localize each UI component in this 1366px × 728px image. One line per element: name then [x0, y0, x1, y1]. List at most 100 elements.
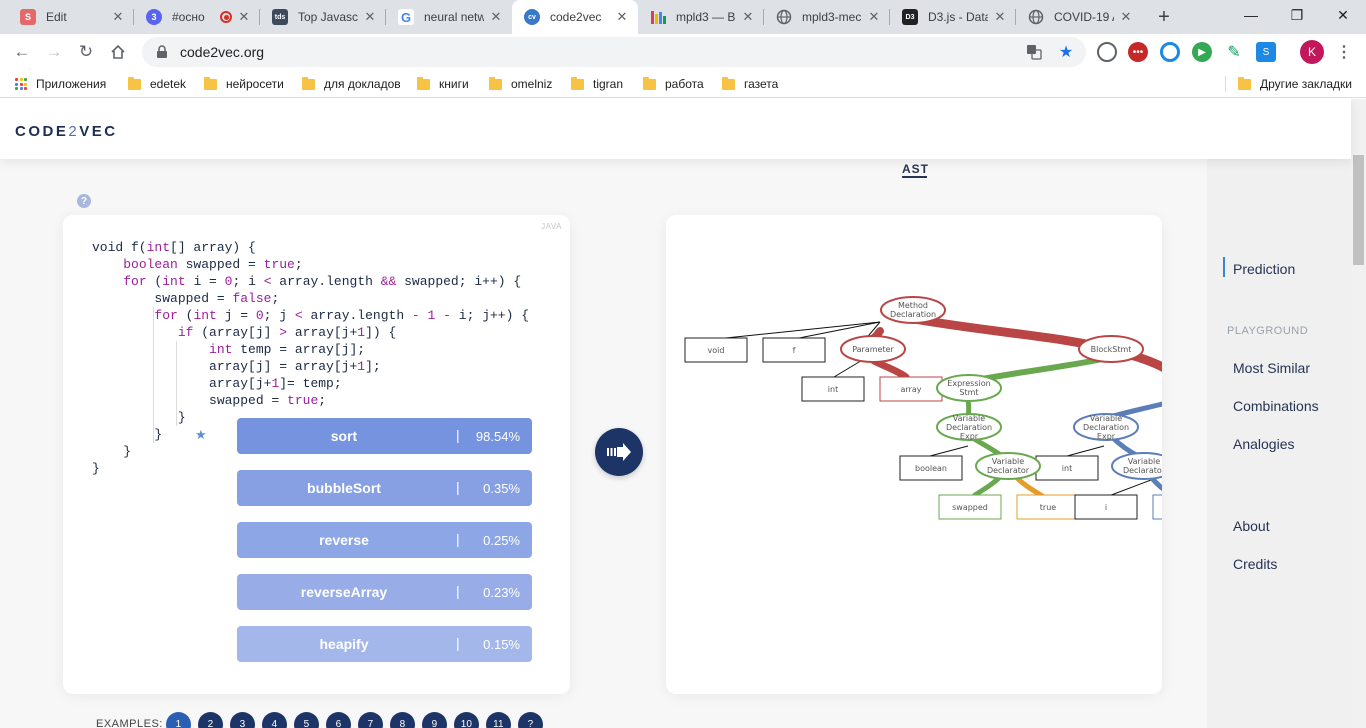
- tab-favicon: cv: [524, 9, 540, 25]
- tab-neural-networks[interactable]: G neural netw ✕: [386, 0, 512, 34]
- example-button[interactable]: 9: [421, 711, 447, 728]
- prediction-bubblesort[interactable]: bubbleSort | 0.35%: [237, 470, 532, 506]
- tab-edit[interactable]: S Edit ✕: [8, 0, 134, 34]
- browser-menu-icon[interactable]: ⋮: [1334, 40, 1354, 64]
- close-icon[interactable]: ✕: [362, 9, 378, 25]
- nav-credits[interactable]: Credits: [1233, 556, 1277, 572]
- example-button[interactable]: 8: [389, 711, 415, 728]
- nav-prediction[interactable]: Prediction: [1233, 261, 1295, 277]
- bookmark-folder[interactable]: edetek: [128, 70, 186, 98]
- example-button[interactable]: 1: [165, 711, 191, 728]
- ast-graph[interactable]: Method Declaration void f Parameter Bloc…: [666, 215, 1162, 694]
- address-bar[interactable]: code2vec.org ★: [142, 37, 1086, 67]
- forward-button[interactable]: →: [40, 38, 68, 66]
- tab-code2vec[interactable]: cv code2vec ✕: [512, 0, 638, 34]
- tab-title: code2vec: [550, 10, 602, 24]
- bookmark-apps[interactable]: Приложения: [15, 70, 106, 98]
- other-bookmarks[interactable]: Другие закладки: [1238, 70, 1352, 98]
- close-icon[interactable]: ✕: [236, 9, 252, 25]
- site-logo[interactable]: CODE2VEC: [15, 123, 118, 140]
- svg-text:boolean: boolean: [915, 464, 947, 473]
- close-icon[interactable]: ✕: [1118, 9, 1134, 25]
- tab-discord[interactable]: 3 #осно ✕: [134, 0, 260, 34]
- tab-title: Edit: [46, 10, 67, 24]
- example-button[interactable]: 5: [293, 711, 319, 728]
- bookmark-folder[interactable]: omelniz: [489, 70, 552, 98]
- prediction-reverse[interactable]: reverse | 0.25%: [237, 522, 532, 558]
- example-button[interactable]: 4: [261, 711, 287, 728]
- ast-tree-svg: Method Declaration void f Parameter Bloc…: [684, 296, 1162, 520]
- svg-text:array: array: [901, 385, 922, 394]
- back-button[interactable]: ←: [8, 38, 36, 66]
- bookmarks-bar: Приложения edetek нейросети для докладов…: [0, 70, 1366, 98]
- bookmark-folder[interactable]: для докладов: [302, 70, 401, 98]
- tab-top-javascript[interactable]: tds Top Javascr ✕: [260, 0, 386, 34]
- nav-analogies[interactable]: Analogies: [1233, 436, 1295, 452]
- extension-icon[interactable]: ✎: [1224, 42, 1244, 62]
- tab-title: Top Javascr: [298, 10, 358, 24]
- maximize-button[interactable]: ❐: [1274, 0, 1320, 30]
- play-extension-icon[interactable]: ▶: [1192, 42, 1212, 62]
- example-button[interactable]: 7: [357, 711, 383, 728]
- extension-icon[interactable]: •••: [1128, 42, 1148, 62]
- example-button[interactable]: 10: [453, 711, 479, 728]
- browser-tab-strip: S Edit ✕ 3 #осно ✕ tds Top Javascr ✕ G n…: [0, 0, 1366, 34]
- example-button[interactable]: 6: [325, 711, 351, 728]
- nav-combinations[interactable]: Combinations: [1233, 398, 1319, 414]
- tab-mpld3-blog[interactable]: mpld3 — B ✕: [638, 0, 764, 34]
- site-header: CODE2VEC: [0, 99, 1351, 159]
- close-icon[interactable]: ✕: [740, 9, 756, 25]
- tab-title: neural netw: [424, 10, 484, 24]
- bookmark-folder[interactable]: газета: [722, 70, 778, 98]
- folder-icon: [417, 76, 430, 90]
- extension-icon[interactable]: S: [1256, 42, 1276, 62]
- tab-covid[interactable]: COVID-19 A ✕: [1016, 0, 1142, 34]
- home-button[interactable]: [104, 38, 132, 66]
- close-icon[interactable]: ✕: [992, 9, 1008, 25]
- extension-icon[interactable]: [1160, 42, 1180, 62]
- predict-button[interactable]: [595, 428, 643, 476]
- folder-icon: [128, 76, 141, 90]
- nav-most-similar[interactable]: Most Similar: [1233, 360, 1310, 376]
- tab-title: D3.js - Data: [928, 10, 988, 24]
- translate-icon[interactable]: [1026, 44, 1042, 60]
- page-scrollbar[interactable]: [1351, 99, 1366, 728]
- bookmark-folder[interactable]: tigran: [571, 70, 623, 98]
- help-icon[interactable]: ?: [77, 194, 91, 208]
- code-editor[interactable]: JAVA void f(int[] array) { boolean swapp…: [63, 215, 570, 694]
- nav-about[interactable]: About: [1233, 518, 1270, 534]
- prediction-sort[interactable]: sort | 98.54%: [237, 418, 532, 454]
- apps-icon: [15, 78, 27, 90]
- bookmark-folder[interactable]: книги: [417, 70, 469, 98]
- close-icon[interactable]: ✕: [866, 9, 882, 25]
- tab-title: mpld3-mec: [802, 10, 862, 24]
- example-button[interactable]: 11: [485, 711, 511, 728]
- svg-text:true: true: [1040, 503, 1056, 512]
- tab-mpld3-mec[interactable]: mpld3-mec ✕: [764, 0, 890, 34]
- example-button[interactable]: 3: [229, 711, 255, 728]
- nav-section-playground: PLAYGROUND: [1227, 325, 1309, 337]
- bookmark-folder[interactable]: нейросети: [204, 70, 284, 98]
- extension-icon[interactable]: [1097, 42, 1117, 62]
- close-window-button[interactable]: ✕: [1320, 0, 1366, 30]
- close-icon[interactable]: ✕: [614, 9, 630, 25]
- close-icon[interactable]: ✕: [488, 9, 504, 25]
- profile-avatar[interactable]: K: [1300, 40, 1324, 64]
- example-button[interactable]: 2: [197, 711, 223, 728]
- bookmark-star-icon[interactable]: ★: [1058, 44, 1074, 61]
- close-icon[interactable]: ✕: [110, 9, 126, 25]
- minimize-button[interactable]: —: [1228, 0, 1274, 30]
- example-help-button[interactable]: ?: [517, 711, 543, 728]
- bookmark-folder[interactable]: работа: [643, 70, 704, 98]
- prediction-heapify[interactable]: heapify | 0.15%: [237, 626, 532, 662]
- home-icon: [111, 44, 125, 59]
- new-tab-button[interactable]: +: [1152, 5, 1176, 29]
- lock-icon[interactable]: [154, 44, 170, 60]
- folder-icon: [489, 76, 502, 90]
- svg-text:Expression: Expression: [947, 379, 990, 388]
- reload-button[interactable]: ↻: [72, 38, 100, 66]
- scrollbar-thumb[interactable]: [1353, 155, 1364, 265]
- tab-d3js[interactable]: D3 D3.js - Data ✕: [890, 0, 1016, 34]
- prediction-reversearray[interactable]: reverseArray | 0.23%: [237, 574, 532, 610]
- page-content: CODE2VEC AST ? JAVA void f(int[] array) …: [0, 99, 1366, 728]
